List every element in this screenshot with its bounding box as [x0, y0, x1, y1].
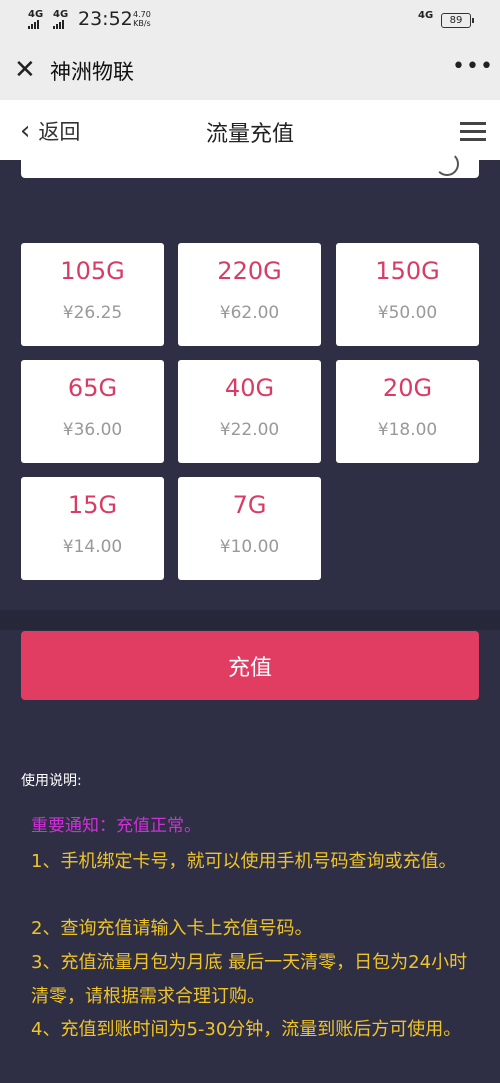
speed-unit: KB/s [133, 19, 151, 28]
network-type-1: 4G [28, 9, 44, 20]
package-price: ¥10.00 [219, 537, 280, 557]
package-card[interactable]: 220G ¥62.00 [178, 243, 321, 346]
package-card[interactable]: 7G ¥10.00 [178, 477, 321, 580]
important-notice: 重要通知：充值正常。 [31, 816, 201, 836]
more-icon[interactable]: ••• [452, 54, 494, 79]
package-card[interactable]: 150G ¥50.00 [336, 243, 479, 346]
battery-icon: 89 [441, 13, 474, 28]
section-divider [0, 610, 500, 630]
package-card[interactable]: 65G ¥36.00 [21, 360, 164, 463]
package-card[interactable]: 15G ¥14.00 [21, 477, 164, 580]
battery-level: 89 [449, 15, 463, 26]
package-card[interactable]: 105G ¥26.25 [21, 243, 164, 346]
package-data-amount: 220G [217, 257, 282, 285]
instruction-rule: 1、手机绑定卡号，就可以使用手机号码查询或充值。 [31, 851, 457, 872]
package-price: ¥50.00 [377, 303, 438, 323]
hamburger-menu-icon[interactable] [460, 122, 486, 146]
package-data-amount: 15G [67, 491, 118, 519]
clock: 23:52 [78, 8, 133, 30]
instruction-rule: 3、充值流量月包为月底 最后一天清零，日包为24小时清零，请根据需求合理订购。 [31, 952, 468, 1007]
package-price: ¥36.00 [62, 420, 123, 440]
package-data-amount: 65G [67, 374, 118, 402]
wechat-title-bar: ✕ 神洲物联 ••• [0, 40, 500, 100]
signal-icon [53, 20, 64, 29]
package-price: ¥18.00 [377, 420, 438, 440]
page-title: 流量充值 [205, 122, 294, 147]
app-title: 神洲物联 [50, 60, 134, 84]
package-price: ¥14.00 [62, 537, 123, 557]
package-price: ¥22.00 [219, 420, 280, 440]
recharge-button[interactable]: 充值 [21, 631, 479, 700]
input-action-icon[interactable] [435, 152, 459, 176]
package-card[interactable]: 40G ¥22.00 [178, 360, 321, 463]
instructions-title: 使用说明: [21, 773, 82, 789]
status-bar: 4G 4G 23:52 4.70 KB/s 4G 89 [0, 0, 500, 40]
network-type-right: 4G [418, 10, 434, 21]
instruction-rule: 2、查询充值请输入卡上充值号码。 [31, 918, 313, 939]
package-card[interactable]: 20G ¥18.00 [336, 360, 479, 463]
package-data-amount: 40G [224, 374, 275, 402]
close-icon[interactable]: ✕ [14, 56, 36, 84]
speed-value: 4.70 [133, 10, 151, 19]
signal-icon [28, 20, 39, 29]
page-header: ‹ 返回 流量充值 [0, 100, 500, 160]
package-data-amount: 20G [382, 374, 433, 402]
network-type-2: 4G [53, 9, 69, 20]
instruction-rule: 4、充值到账时间为5-30分钟，流量到账后方可使用。 [31, 1019, 462, 1040]
package-price: ¥26.25 [62, 303, 123, 323]
card-number-input[interactable] [21, 152, 479, 178]
network-speed: 4.70 KB/s [133, 10, 151, 28]
package-data-amount: 105G [60, 257, 125, 285]
package-data-amount: 7G [232, 491, 267, 519]
package-data-amount: 150G [375, 257, 440, 285]
package-price: ¥62.00 [219, 303, 280, 323]
